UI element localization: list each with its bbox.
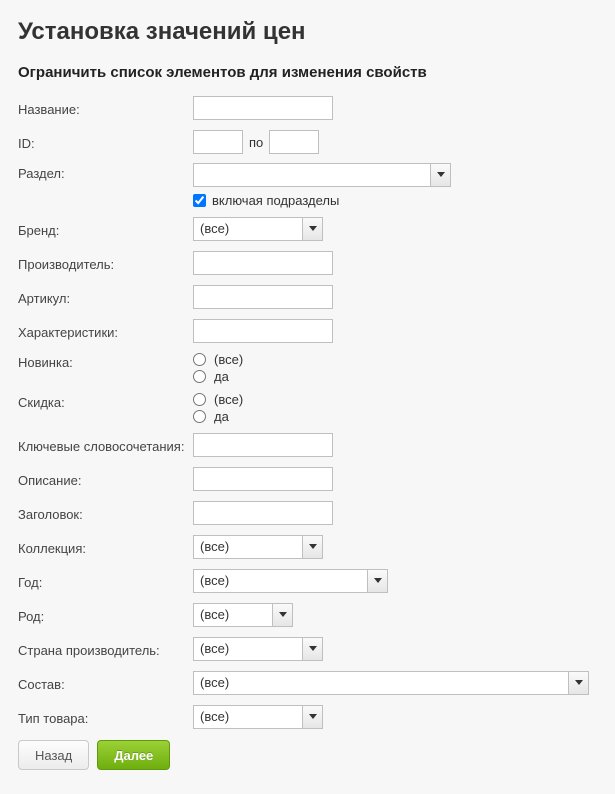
id-separator: по [249, 135, 263, 150]
gender-select[interactable]: (все) [193, 603, 293, 627]
chevron-down-icon [302, 536, 322, 558]
product-type-select[interactable]: (все) [193, 705, 323, 729]
section-value [194, 164, 430, 186]
article-input[interactable] [193, 285, 333, 309]
country-label: Страна производитель: [18, 640, 193, 658]
new-yes-radio[interactable] [193, 370, 206, 383]
year-label: Год: [18, 572, 193, 590]
discount-yes-label: да [214, 409, 229, 424]
country-value: (все) [194, 638, 302, 660]
keywords-label: Ключевые словосочетания: [18, 436, 193, 454]
chevron-down-icon [302, 218, 322, 240]
filter-form: Название: ID: по Раздел: включ [18, 95, 597, 770]
gender-value: (все) [194, 604, 272, 626]
gender-label: Род: [18, 606, 193, 624]
year-value: (все) [194, 570, 367, 592]
product-type-label: Тип товара: [18, 708, 193, 726]
product-type-value: (все) [194, 706, 302, 728]
section-label: Раздел: [18, 163, 193, 181]
new-label: Новинка: [18, 352, 193, 370]
producer-input[interactable] [193, 251, 333, 275]
year-select[interactable]: (все) [193, 569, 388, 593]
brand-label: Бренд: [18, 220, 193, 238]
back-button[interactable]: Назад [18, 740, 89, 770]
brand-value: (все) [194, 218, 302, 240]
page-title: Установка значений цен [18, 18, 597, 46]
discount-all-label: (все) [214, 392, 243, 407]
brand-select[interactable]: (все) [193, 217, 323, 241]
section-select[interactable] [193, 163, 451, 187]
collection-select[interactable]: (все) [193, 535, 323, 559]
chevron-down-icon [272, 604, 292, 626]
discount-yes-radio[interactable] [193, 410, 206, 423]
name-label: Название: [18, 99, 193, 117]
id-to-input[interactable] [269, 130, 319, 154]
features-input[interactable] [193, 319, 333, 343]
id-label: ID: [18, 133, 193, 151]
chevron-down-icon [568, 672, 588, 694]
subtitle: Ограничить список элементов для изменени… [18, 64, 597, 81]
discount-all-radio[interactable] [193, 393, 206, 406]
features-label: Характеристики: [18, 322, 193, 340]
description-input[interactable] [193, 467, 333, 491]
include-sub-label: включая подразделы [212, 193, 339, 208]
heading-label: Заголовок: [18, 504, 193, 522]
keywords-input[interactable] [193, 433, 333, 457]
next-button[interactable]: Далее [97, 740, 170, 770]
chevron-down-icon [367, 570, 387, 592]
heading-input[interactable] [193, 501, 333, 525]
chevron-down-icon [430, 164, 450, 186]
new-yes-label: да [214, 369, 229, 384]
discount-label: Скидка: [18, 392, 193, 410]
composition-value: (все) [194, 672, 568, 694]
collection-label: Коллекция: [18, 538, 193, 556]
country-select[interactable]: (все) [193, 637, 323, 661]
composition-label: Состав: [18, 674, 193, 692]
collection-value: (все) [194, 536, 302, 558]
chevron-down-icon [302, 706, 322, 728]
id-from-input[interactable] [193, 130, 243, 154]
include-sub-checkbox[interactable] [193, 194, 206, 207]
producer-label: Производитель: [18, 254, 193, 272]
new-all-radio[interactable] [193, 353, 206, 366]
article-label: Артикул: [18, 288, 193, 306]
description-label: Описание: [18, 470, 193, 488]
composition-select[interactable]: (все) [193, 671, 589, 695]
chevron-down-icon [302, 638, 322, 660]
name-input[interactable] [193, 96, 333, 120]
new-all-label: (все) [214, 352, 243, 367]
